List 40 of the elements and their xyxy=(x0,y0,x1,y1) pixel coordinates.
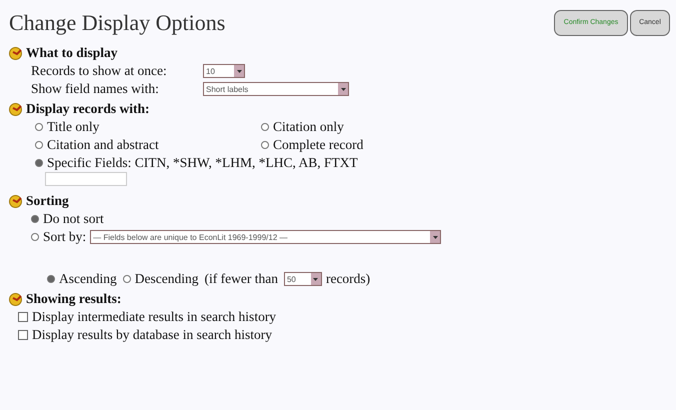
dropdown[interactable]: 10 xyxy=(203,64,245,78)
option-label: Complete record xyxy=(273,137,364,153)
section-heading: Showing results: xyxy=(26,291,122,307)
option-label: Title only xyxy=(47,119,100,135)
input-field[interactable] xyxy=(45,172,127,186)
field-label: Records to show at once: xyxy=(31,63,168,79)
limit-label: records) xyxy=(326,271,370,287)
option-label: Citation only xyxy=(273,119,344,135)
bullet-icon xyxy=(9,194,24,208)
radio-button[interactable] xyxy=(31,233,39,241)
option-label: Citation and abstract xyxy=(47,137,159,153)
radio-button[interactable] xyxy=(35,123,43,131)
checkbox-label: Display results by database in search history xyxy=(32,327,272,343)
radio-button[interactable] xyxy=(35,141,43,149)
radio-button[interactable] xyxy=(31,215,39,223)
limit-label: (if fewer than xyxy=(204,271,278,287)
dropdown[interactable]: — Fields below are unique to EconLit 1969-1999/12 — xyxy=(90,230,442,244)
radio-button[interactable] xyxy=(35,159,43,167)
option-label: Sort by: xyxy=(43,229,86,245)
option-label: Specific Fields: CITN, *SHW, *LHM, *LHC, AB, FTXT xyxy=(47,155,358,171)
bullet-icon xyxy=(9,46,24,60)
checkbox[interactable] xyxy=(18,330,28,340)
section-heading: Display records with: xyxy=(26,101,150,117)
bullet-icon xyxy=(9,102,24,116)
radio-button[interactable] xyxy=(261,123,269,131)
field-label: Show field names with: xyxy=(31,81,160,97)
checkbox-label: Display intermediate results in search history xyxy=(32,309,276,325)
bullet-icon xyxy=(9,292,24,306)
page-title: Change Display Options xyxy=(9,10,226,36)
dropdown[interactable]: 50 xyxy=(284,272,322,286)
dropdown[interactable]: Short labels xyxy=(203,82,349,96)
option-label: Ascending xyxy=(59,271,117,287)
section-heading: Sorting xyxy=(26,193,69,209)
option-label: Do not sort xyxy=(43,211,104,227)
option-label: Descending xyxy=(134,271,198,287)
radio-button[interactable] xyxy=(47,275,55,283)
checkbox[interactable] xyxy=(18,312,28,322)
radio-button[interactable] xyxy=(261,141,269,149)
section-heading: What to display xyxy=(26,45,118,61)
radio-button[interactable] xyxy=(122,275,131,283)
